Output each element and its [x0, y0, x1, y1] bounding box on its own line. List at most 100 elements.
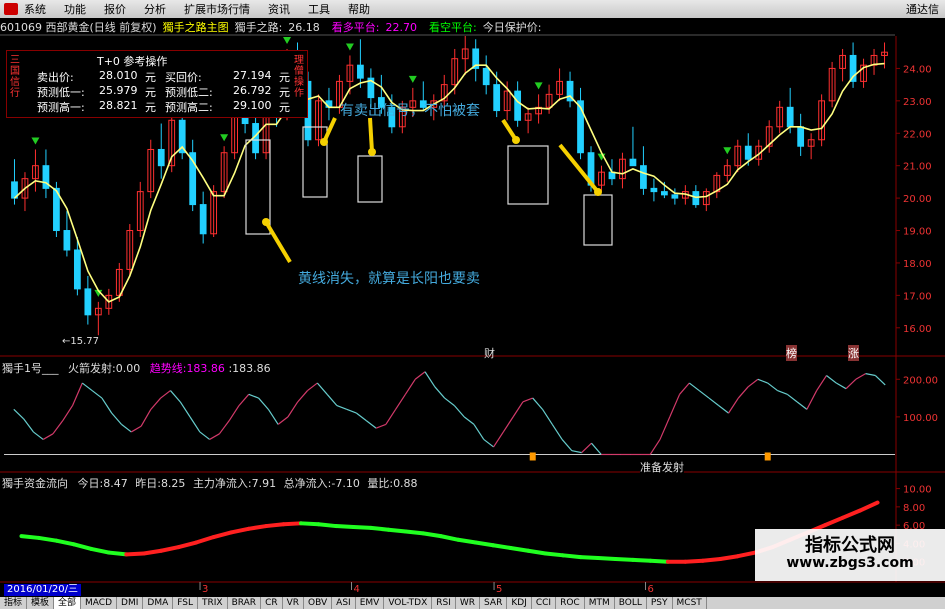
indicator1-segment [267, 409, 279, 425]
flow-segment [89, 546, 111, 555]
indicator-tab[interactable]: TRIX [198, 597, 228, 609]
indicator1-segment [786, 393, 798, 403]
indicator-tab[interactable]: FSL [173, 597, 198, 609]
indicator1-segment [845, 378, 857, 390]
indicator2-header: 獨手资金流向 今日:8.47 昨日:8.25 主力净流入:7.91 总净流入:-… [2, 475, 418, 491]
indicator1-segment [52, 420, 64, 435]
indicator-tab[interactable]: CR [261, 597, 283, 609]
indicator1-segment [512, 401, 524, 418]
flow-segment [840, 508, 863, 520]
flow-segment [596, 556, 618, 561]
indicator1-segment [728, 397, 739, 414]
indicator1-segment [659, 416, 671, 440]
flow-segment [36, 535, 59, 543]
indicator1-segment [13, 408, 24, 420]
flow-segment [159, 545, 181, 553]
indicator1-segment [463, 416, 475, 425]
flow-segment [211, 530, 234, 540]
indicator-tab[interactable]: 指标 [0, 597, 28, 609]
indicator1-segment [757, 378, 768, 384]
indicator-tab[interactable]: BOLL [615, 597, 647, 609]
indicator1-segment [453, 405, 465, 418]
indicator2-name: 獨手资金流向 [2, 477, 68, 490]
indicator1-segment [493, 431, 504, 448]
indicator1-segment [532, 397, 543, 410]
indicator1-segment [581, 442, 592, 454]
indicator-tab[interactable]: VR [283, 597, 305, 609]
indicator1-segment [737, 386, 749, 399]
indicator1-segment [777, 389, 788, 395]
indicator1-segment [473, 424, 485, 440]
indicator-tab[interactable]: 模板 [27, 597, 55, 609]
candle-body [73, 249, 81, 290]
flow-segment [648, 558, 670, 564]
y-tick-label: 100.00 [903, 413, 938, 424]
indicator1-segment [33, 431, 44, 440]
flow-segment [630, 557, 653, 563]
flow-segment [438, 534, 461, 542]
fire-value: 0.00 [115, 362, 141, 375]
indicator1-segment [424, 371, 436, 388]
indicator-tab[interactable]: VOL-TDX [384, 597, 433, 609]
low-price-marker: ←15.77 [62, 336, 100, 347]
indicator-tab[interactable]: KDJ [507, 597, 532, 609]
indicator-tab[interactable]: 全部 [54, 597, 82, 609]
y-tick-label: 10.00 [903, 485, 932, 496]
indicator1-segment [179, 401, 191, 418]
indicator1-segment [287, 401, 299, 418]
y-tick-label: 21.00 [903, 162, 932, 173]
cai-marker: 财 [484, 347, 495, 360]
indicator1-segment [238, 393, 250, 406]
flow-segment [823, 515, 845, 528]
indicator1-segment [522, 397, 533, 403]
indicator-tab[interactable]: DMA [143, 597, 174, 609]
bang-marker: 榜 [786, 345, 797, 361]
forecast-low2-unit: 元 [279, 86, 290, 99]
indicator-tab[interactable]: MTM [585, 597, 615, 609]
indicator1-segment [404, 378, 416, 395]
flow-segment [683, 558, 705, 564]
candle-body [671, 194, 679, 199]
sell-price-label: 卖出价: [37, 71, 74, 84]
indicator-tab[interactable]: BRAR [228, 597, 262, 609]
indicator1-segment [326, 393, 338, 406]
indicator-tab[interactable]: MACD [81, 597, 118, 609]
indicator1-segment [81, 382, 93, 392]
indicator-tab[interactable]: SAR [480, 597, 508, 609]
flow-segment [54, 538, 76, 547]
indicator1-segment [561, 439, 573, 452]
forecast-high1-label: 预测高一: [37, 101, 85, 114]
indicator1-segment [708, 397, 720, 407]
indicator1-segment [346, 408, 357, 414]
indicator-tab[interactable]: CCI [532, 597, 557, 609]
indicator-tab[interactable]: ROC [556, 597, 585, 609]
indicator1-segment [101, 397, 113, 414]
main-inflow-value: 7.91 [251, 477, 277, 490]
indicator-tab[interactable]: RSI [432, 597, 456, 609]
indicator-tab[interactable]: PSY [647, 597, 673, 609]
arrow-head-icon [512, 136, 520, 144]
indicator-tab[interactable]: EMV [356, 597, 385, 609]
buyback-price-value: 27.194 [233, 69, 272, 82]
indicator1-segment [62, 405, 74, 421]
candle-body [650, 187, 658, 193]
y-tick-label: 24.00 [903, 64, 932, 75]
sell-signal-annotation: 有卖出信号，不怕被套 [340, 103, 480, 119]
indicator-tab[interactable]: OBV [304, 597, 333, 609]
indicator-tab[interactable]: ASI [332, 597, 356, 609]
flow-segment [333, 524, 356, 529]
indicator1-segment [689, 382, 700, 392]
y-tick-label: 200.00 [903, 375, 938, 386]
indicator1-segment [591, 442, 602, 455]
x-tick-label: 6 [648, 584, 654, 595]
indicator-tab[interactable]: DMI [117, 597, 144, 609]
trend-value2: :183.86 [228, 362, 271, 375]
flow-segment [561, 553, 583, 560]
y-tick-label: 16.00 [903, 324, 932, 335]
indicator-tab[interactable]: WR [456, 597, 481, 609]
indicator1-segment [218, 420, 230, 435]
indicator1-segment [375, 423, 387, 429]
indicator-tab[interactable]: MCST [673, 597, 707, 609]
buy-arrow-icon [345, 43, 354, 51]
buy-arrow-icon [220, 134, 229, 142]
